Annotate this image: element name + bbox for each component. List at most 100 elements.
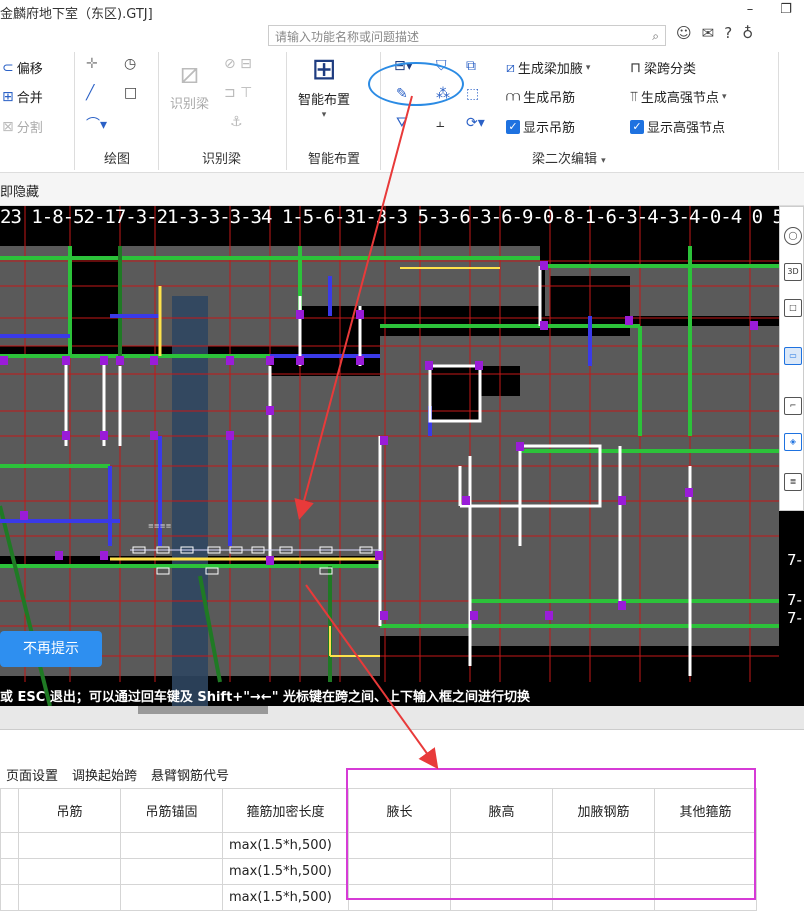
column-header: 吊筋 xyxy=(18,788,121,833)
beam-span-classify-button[interactable]: ⊓ 梁跨分类 xyxy=(630,58,696,78)
table-cell[interactable]: max(1.5*h,500) xyxy=(222,858,349,885)
group-divider xyxy=(74,52,75,170)
hanger-bar-icon: ⩋ xyxy=(506,88,521,105)
swap-start-span-button[interactable]: 调换起始跨 xyxy=(72,765,137,784)
search-icon[interactable]: ⌕ xyxy=(652,29,659,44)
table-cell[interactable] xyxy=(18,858,121,885)
table-cell[interactable] xyxy=(0,832,19,859)
identify-tool-3[interactable]: ⚓ xyxy=(230,114,243,130)
anchor-icon: ⚓ xyxy=(230,114,243,130)
table-cell[interactable] xyxy=(120,832,223,859)
identify-beam-button[interactable]: ⧄ 识别梁 xyxy=(170,56,209,112)
table-cell[interactable] xyxy=(120,858,223,885)
generate-hs-node-button[interactable]: ⫪ 生成高强节点 ▾ xyxy=(630,87,726,107)
beam-secondary-group-label[interactable]: 梁二次编辑 ▾ xyxy=(532,148,606,167)
group-divider xyxy=(778,52,779,170)
top-right-icons: ☺ ✉ ? ♁ xyxy=(676,24,753,42)
feedback-icon[interactable]: ✉ xyxy=(702,24,715,42)
point-tool[interactable]: ✛ xyxy=(86,56,98,72)
identify-tool-1[interactable]: ⊘ ⊟ xyxy=(224,56,252,72)
cad-viewport[interactable]: ≡≡≡≡ 23 1-8-52-17-3-21-3-3-3-34 1-5-6-31… xyxy=(0,206,779,706)
checkbox-checked-icon: ✓ xyxy=(630,119,644,134)
smart-layout-button[interactable]: ⊞ 智能布置 ▾ xyxy=(298,52,350,120)
scroll-handle[interactable] xyxy=(138,706,268,714)
identify-group-label: 识别梁 xyxy=(202,152,242,167)
line-icon: ╱ xyxy=(86,85,95,101)
funnel-icon: ⛛ xyxy=(396,115,408,131)
partial-view-icon[interactable]: ⌐ xyxy=(784,397,802,415)
svg-text:≡≡≡≡: ≡≡≡≡ xyxy=(148,522,172,530)
beam-tool-7[interactable]: ⛛ xyxy=(396,115,408,131)
table-cell[interactable] xyxy=(0,884,19,911)
identify-tool-2[interactable]: ⊐ ⊤ xyxy=(224,85,252,101)
no-remind-button[interactable]: 不再提示 xyxy=(0,631,102,667)
table-cell[interactable]: max(1.5*h,500) xyxy=(222,884,349,911)
orbit-icon[interactable]: ◯ xyxy=(784,227,802,245)
column-header xyxy=(0,788,19,833)
identify-beam-icon: ⧄ xyxy=(179,56,200,91)
cad-drawing: ≡≡≡≡ xyxy=(0,206,779,706)
table-cell[interactable] xyxy=(0,858,19,885)
hanger-icon: ⫠ xyxy=(436,115,445,131)
beam-span-classify-label: 梁跨分类 xyxy=(643,62,696,77)
dropdown-arrow-icon: ▾ xyxy=(585,62,591,73)
window-controls: – ❐ xyxy=(732,0,804,22)
group-divider xyxy=(286,52,287,170)
box-view-icon[interactable]: □ xyxy=(784,299,802,317)
haunch-icon: ⧄ xyxy=(506,59,515,76)
beam-tool-3[interactable]: ⧉ xyxy=(466,58,476,74)
panel-splitter[interactable] xyxy=(0,706,804,730)
cantilever-code-button[interactable]: 悬臂钢筋代号 xyxy=(151,765,229,784)
merge-button[interactable]: ⊞ 合并 xyxy=(2,87,43,107)
beam-tool-6[interactable]: ⬚ xyxy=(466,86,479,102)
generate-hs-node-label: 生成高强节点 xyxy=(640,91,719,106)
generate-haunch-button[interactable]: ⧄ 生成梁加腋 ▾ xyxy=(506,58,591,78)
refresh-icon: ⟳▾ xyxy=(466,115,485,131)
circle-tool[interactable]: ◷ xyxy=(124,56,136,72)
rect-tool[interactable]: □ xyxy=(124,85,137,101)
table-cell[interactable] xyxy=(120,884,223,911)
highlight-ellipse xyxy=(368,62,464,106)
rectangle-icon: □ xyxy=(124,85,138,101)
restore-button[interactable]: ❐ xyxy=(768,0,804,22)
checkbox-checked-icon: ✓ xyxy=(506,119,520,134)
hint-text: 即隐藏 xyxy=(0,185,40,200)
smart-layout-label: 智能布置 xyxy=(298,93,351,108)
generate-hanger-button[interactable]: ⩋ 生成吊筋 xyxy=(506,87,575,107)
table-cell[interactable] xyxy=(18,884,121,911)
show-hs-node-checkbox[interactable]: ✓ 显示高强节点 xyxy=(630,117,725,136)
page-setup-button[interactable]: 页面设置 xyxy=(6,765,58,784)
list-icon[interactable]: ≣ xyxy=(784,473,802,491)
arc-tool[interactable]: ⌒▾ xyxy=(86,114,107,134)
offset-button[interactable]: ⊂ 偏移 xyxy=(2,58,43,78)
ribbon: 请输入功能名称或问题描述 ⌕ ☺ ✉ ? ♁ ⊂ 偏移 ⊞ 合并 ⊠ 分割 ✛ … xyxy=(0,22,804,173)
minimize-button[interactable]: – xyxy=(732,0,768,22)
identify-beam-label: 识别梁 xyxy=(170,97,210,112)
help-icon[interactable]: ? xyxy=(724,24,732,42)
table-cell[interactable] xyxy=(18,832,121,859)
offset-icon: ⊂ xyxy=(2,59,14,76)
split-label: 分割 xyxy=(16,121,43,136)
function-search-input[interactable]: 请输入功能名称或问题描述 ⌕ xyxy=(268,25,666,46)
dropdown-arrow-icon: ▾ xyxy=(321,110,327,120)
show-hanger-checkbox[interactable]: ✓ 显示吊筋 xyxy=(506,117,575,136)
dropdown-arrow-icon: ▾ xyxy=(601,156,606,166)
split-button[interactable]: ⊠ 分割 xyxy=(2,117,43,137)
beam-tool-9[interactable]: ⟳▾ xyxy=(466,115,485,131)
3d-view-icon[interactable]: 3D xyxy=(784,263,802,281)
hint-row: 即隐藏 xyxy=(0,173,804,206)
smart-layout-icon: ⊞ xyxy=(311,52,337,87)
merge-label: 合并 xyxy=(16,91,43,106)
skin-icon[interactable]: ♁ xyxy=(742,24,753,42)
dotted-box-icon: ⬚ xyxy=(466,86,480,102)
floor-view-icon[interactable]: ▭ xyxy=(784,347,802,365)
panel-header xyxy=(0,730,804,760)
axis-label-right: 7- xyxy=(787,609,802,627)
beam-tool-8[interactable]: ⫠ xyxy=(436,115,444,131)
user-icon[interactable]: ☺ xyxy=(676,24,692,42)
title-bar: 金麟府地下室（东区).GTJ] – ❐ xyxy=(0,0,804,22)
cube-icon[interactable]: ◈ xyxy=(784,433,802,451)
line-tool[interactable]: ╱ xyxy=(86,85,94,101)
table-cell[interactable]: max(1.5*h,500) xyxy=(222,832,349,859)
viewport-right-edge: 7- 7- 7- xyxy=(779,511,804,706)
